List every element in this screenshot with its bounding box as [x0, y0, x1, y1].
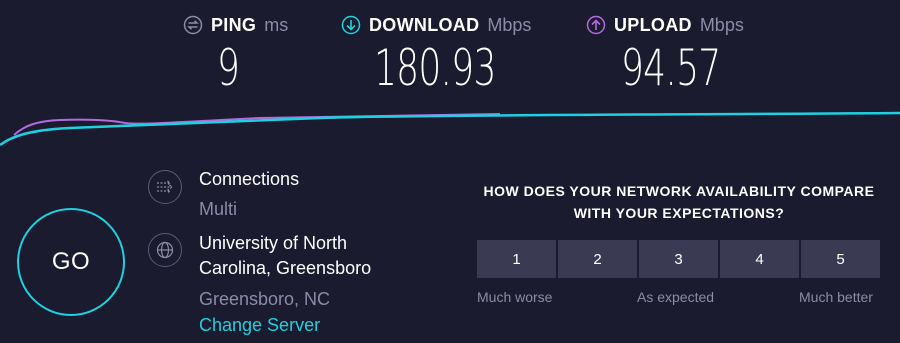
rating-button-1[interactable]: 1 [477, 240, 556, 278]
rating-scale: 1 2 3 4 5 [477, 240, 880, 278]
speed-graph [0, 111, 900, 147]
upload-arrow-icon [586, 15, 606, 35]
connections-value: Multi [199, 199, 238, 219]
survey-question: HOW DOES YOUR NETWORK AVAILABILITY COMPA… [483, 183, 875, 221]
upload-label: UPLOAD [614, 14, 692, 35]
upload-metric: UPLOAD Mbps 94.57 [586, 12, 759, 98]
scale-label-mid: As expected [637, 289, 715, 305]
upload-value: 94.57 [621, 39, 721, 97]
server-location: Greensboro, NC [199, 289, 331, 309]
ping-value: 9 [217, 39, 240, 97]
globe-icon [148, 233, 182, 267]
download-value: 180.93 [374, 39, 496, 97]
go-button[interactable]: GO [17, 208, 125, 316]
change-server-link[interactable]: Change Server [199, 313, 320, 338]
download-label: DOWNLOAD [369, 14, 480, 35]
ping-header: PING ms [183, 12, 288, 38]
rating-button-4[interactable]: 4 [720, 240, 799, 278]
go-button-label: GO [51, 248, 91, 275]
ping-unit: ms [264, 14, 289, 35]
upload-unit: Mbps [699, 14, 744, 35]
connections-icon [148, 170, 182, 204]
server-name: University of North Carolina, Greensboro [199, 233, 372, 278]
download-unit: Mbps [487, 14, 532, 35]
ping-label: PING [211, 14, 257, 35]
ping-metric: PING ms 9 [183, 12, 288, 98]
scale-label-high: Much better [799, 289, 873, 305]
upload-header: UPLOAD Mbps [586, 12, 759, 38]
rating-button-5[interactable]: 5 [801, 240, 880, 278]
ping-icon [183, 15, 203, 35]
download-speed-line [0, 111, 900, 147]
connections-label: Connections [199, 169, 300, 189]
scale-label-low: Much worse [477, 289, 553, 305]
download-header: DOWNLOAD Mbps [341, 12, 543, 38]
download-arrow-icon [341, 15, 361, 35]
download-metric: DOWNLOAD Mbps 180.93 [341, 12, 543, 98]
rating-button-3[interactable]: 3 [639, 240, 718, 278]
rating-button-2[interactable]: 2 [558, 240, 637, 278]
